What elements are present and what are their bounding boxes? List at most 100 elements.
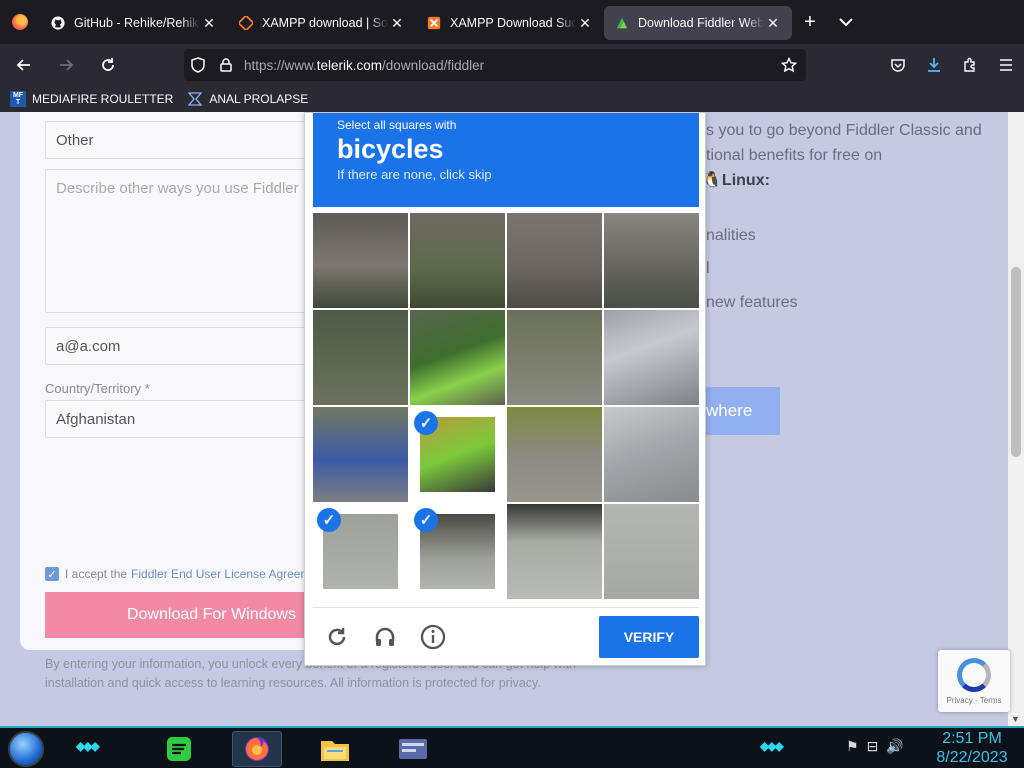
control-panel-taskbar-icon[interactable] <box>388 731 438 767</box>
email-field[interactable]: a@a.com <box>45 327 605 365</box>
feature-line: l <box>706 260 710 277</box>
pocket-icon[interactable] <box>880 49 916 81</box>
download-form-card: Other Describe other ways you use Fiddle… <box>20 112 620 690</box>
recaptcha-challenge: Select all squares with bicycles If ther… <box>304 112 706 666</box>
challenge-tile[interactable] <box>507 213 602 308</box>
reload-challenge-icon[interactable] <box>313 613 361 661</box>
lock-icon[interactable] <box>212 58 240 72</box>
tile-image <box>507 407 602 502</box>
challenge-tile[interactable] <box>604 310 699 405</box>
tracking-protection-shield-icon[interactable] <box>184 57 212 73</box>
bookmark-folder[interactable]: ANAL PROLAPSE <box>187 91 308 107</box>
tile-image <box>507 504 602 599</box>
challenge-tile[interactable]: ✓ <box>313 504 408 599</box>
challenge-tile[interactable] <box>410 213 505 308</box>
tab-github[interactable]: GitHub - Rehike/Rehike ✕ <box>40 6 228 40</box>
recaptcha-privacy-terms[interactable]: Privacy - Terms <box>947 696 1002 705</box>
tile-image <box>604 407 699 502</box>
bookmark-star-icon[interactable] <box>772 57 806 73</box>
feature-line: new features <box>706 294 798 311</box>
back-button[interactable] <box>6 49 42 81</box>
eula-checkbox[interactable]: ✓ <box>45 567 59 581</box>
challenge-tile[interactable] <box>507 504 602 599</box>
country-label: Country/Territory * <box>45 381 150 396</box>
audio-challenge-icon[interactable] <box>361 613 409 661</box>
tile-image <box>507 213 602 308</box>
start-menu-button[interactable] <box>8 731 44 767</box>
try-fiddler-everywhere-button[interactable]: where <box>700 387 780 435</box>
bookmark-label: ANAL PROLAPSE <box>209 92 309 106</box>
challenge-tile[interactable] <box>313 213 408 308</box>
feature-line: nalities <box>706 227 756 244</box>
challenge-tile[interactable] <box>313 310 408 405</box>
tab-xampp-success[interactable]: XAMPP Download Success ✕ <box>416 6 604 40</box>
list-all-tabs-button[interactable] <box>828 0 864 44</box>
bookmark-page-icon <box>187 91 203 107</box>
taskbar-decoration: ◆◆◆ <box>76 739 100 753</box>
tile-image <box>410 310 505 405</box>
challenge-tile[interactable] <box>507 407 602 502</box>
tab-title: Download Fiddler Web Debugging <box>638 16 764 30</box>
eula-link[interactable]: Fiddler End User License Agreement <box>131 567 327 581</box>
firefox-taskbar-icon[interactable] <box>232 731 282 767</box>
challenge-tile[interactable] <box>604 213 699 308</box>
downloads-icon[interactable] <box>916 49 952 81</box>
system-clock[interactable]: 2:51 PM 8/22/2023 <box>930 729 1014 767</box>
url-text[interactable]: https://www.telerik.com/download/fiddler <box>244 58 772 73</box>
verify-button[interactable]: VERIFY <box>599 616 699 658</box>
challenge-target: bicycles <box>337 134 444 164</box>
mediafire-icon: MF T <box>10 91 26 107</box>
recaptcha-badge[interactable]: Privacy - Terms <box>938 650 1010 712</box>
challenge-tile[interactable] <box>604 504 699 599</box>
scrollbar-thumb[interactable] <box>1011 267 1021 457</box>
tab-title: GitHub - Rehike/Rehike <box>74 16 200 30</box>
forward-button[interactable] <box>48 49 84 81</box>
taskbar-decoration: ◆◆◆ <box>760 739 784 753</box>
scroll-down-arrow-icon[interactable]: ▼ <box>1011 714 1020 724</box>
clock-date: 8/22/2023 <box>936 749 1008 766</box>
linux-line: 🐧Linux: <box>702 172 770 189</box>
copy-line: s you to go beyond Fiddler Classic and <box>706 122 982 139</box>
challenge-tile[interactable] <box>507 310 602 405</box>
close-tab-icon[interactable]: ✕ <box>388 15 406 32</box>
firefox-view-icon[interactable] <box>0 0 40 44</box>
app-menu-icon[interactable] <box>988 49 1024 81</box>
tile-image <box>313 213 408 308</box>
spotify-taskbar-icon[interactable] <box>154 731 204 767</box>
new-tab-button[interactable]: + <box>792 0 828 44</box>
challenge-image-grid: ✓ ✓ ✓ <box>313 213 699 599</box>
usage-description-textarea[interactable]: Describe other ways you use Fiddler <box>45 169 605 313</box>
file-explorer-taskbar-icon[interactable] <box>310 731 360 767</box>
volume-icon[interactable]: 🔊 <box>886 738 903 755</box>
network-icon[interactable]: ⊟ <box>867 738 879 755</box>
challenge-tile[interactable]: ✓ <box>410 504 505 599</box>
download-for-windows-button[interactable]: Download For Windows <box>45 592 605 638</box>
close-tab-icon[interactable]: ✕ <box>764 15 782 32</box>
bookmarks-toolbar: MF T MEDIAFIRE ROULETTER ANAL PROLAPSE <box>0 86 1024 112</box>
reload-button[interactable] <box>90 49 126 81</box>
tab-fiddler[interactable]: Download Fiddler Web Debugging ✕ <box>604 6 792 40</box>
flag-icon[interactable]: ⚑ <box>846 738 859 755</box>
page-scrollbar[interactable]: ▼ <box>1008 112 1024 726</box>
extensions-icon[interactable] <box>952 49 988 81</box>
info-icon[interactable] <box>409 613 457 661</box>
challenge-header: Select all squares with bicycles If ther… <box>313 113 699 207</box>
challenge-tile[interactable]: ✓ <box>410 407 505 502</box>
close-tab-icon[interactable]: ✕ <box>576 15 594 32</box>
tile-selected-check-icon: ✓ <box>414 508 438 532</box>
linux-icon: 🐧 <box>702 172 722 189</box>
close-tab-icon[interactable]: ✕ <box>200 15 218 32</box>
challenge-tile[interactable] <box>313 407 408 502</box>
xampp-icon <box>426 15 442 31</box>
usage-select[interactable]: Other <box>45 121 605 159</box>
country-select[interactable]: Afghanistan <box>45 400 605 438</box>
tile-image <box>313 407 408 502</box>
bookmark-mediafire[interactable]: MF T MEDIAFIRE ROULETTER <box>10 91 173 107</box>
address-bar[interactable]: https://www.telerik.com/download/fiddler <box>184 49 806 81</box>
github-icon <box>50 15 66 31</box>
tab-xampp-sourceforge[interactable]: XAMPP download | SourceForge ✕ <box>228 6 416 40</box>
tile-image <box>604 504 699 599</box>
challenge-tile[interactable] <box>410 310 505 405</box>
challenge-tile[interactable] <box>604 407 699 502</box>
eula-checkbox-row[interactable]: ✓ I accept the Fiddler End User License … <box>45 567 327 581</box>
